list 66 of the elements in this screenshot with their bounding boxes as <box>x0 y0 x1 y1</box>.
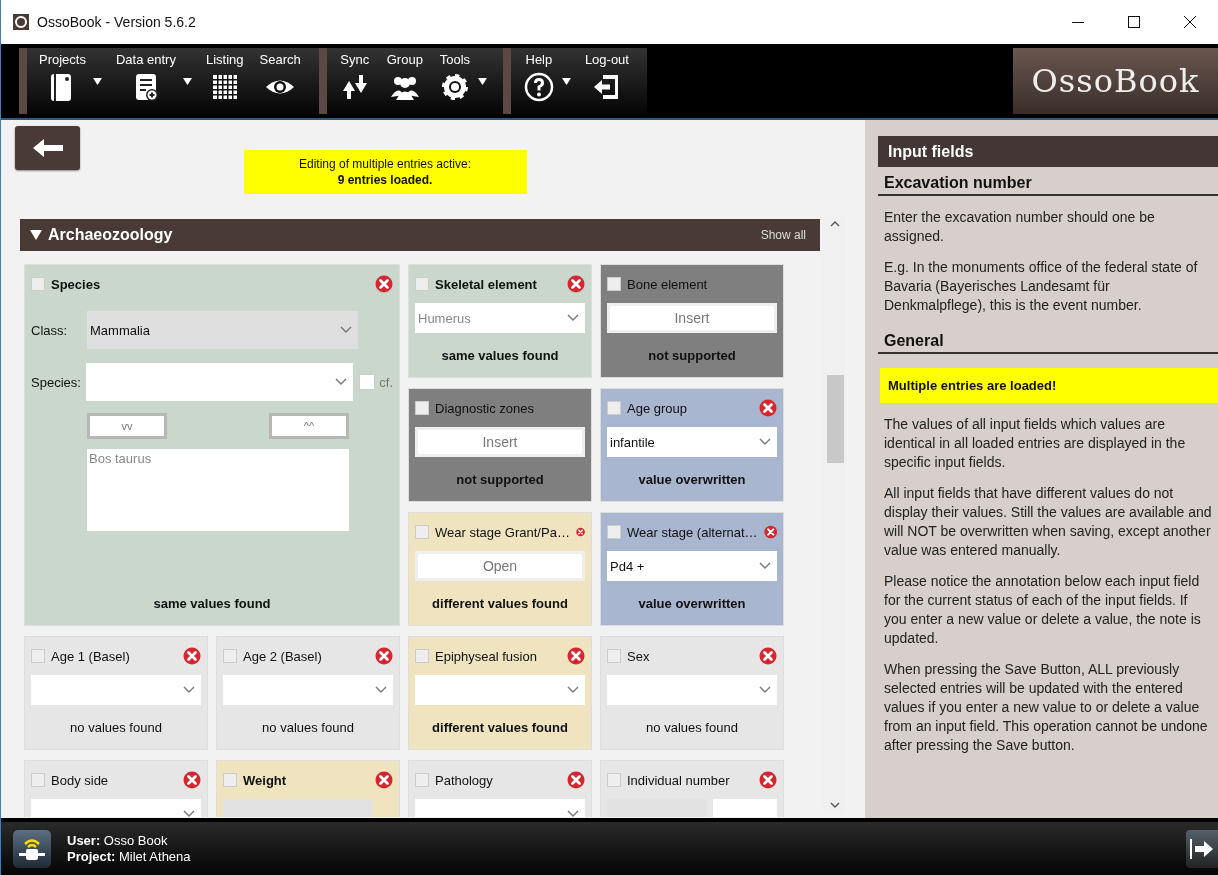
toolbar-button[interactable]: Group <box>378 48 431 114</box>
status-note: value overwritten <box>637 472 747 487</box>
status-note: not supported <box>647 348 737 363</box>
help-paragraph: All input fields that have different values do not display their values. Still the values are available and will NOT be overwritten when saving, except another value was entered manually. <box>883 484 1213 560</box>
help-heading: Excavation number <box>878 167 1218 196</box>
app-logo: OssoBook <box>1013 48 1218 114</box>
dropdown[interactable]: Pd4 + <box>607 551 777 581</box>
help-paragraph: The values of all input fields which values are identical in all loaded entries are displayed in the specific input fields. <box>883 415 1187 472</box>
section-header[interactable]: Archaeozoology Show all <box>20 219 820 251</box>
action-button[interactable]: Insert <box>607 303 777 333</box>
dropdown[interactable]: Humerus <box>415 303 585 333</box>
status-note: different values found <box>431 720 569 735</box>
field-title: Epiphyseal fusion <box>435 648 538 664</box>
field-title: Skeletal element <box>435 276 538 292</box>
dropdown[interactable]: infantile <box>607 427 777 457</box>
list-box[interactable]: Bos taurus <box>87 449 349 531</box>
field-title: Individual number <box>627 772 731 788</box>
status-note: no values found <box>261 720 355 735</box>
toolbar-button[interactable]: Data entry <box>107 48 198 114</box>
help-paragraph: When pressing the Save Button, ALL previously selected entries will be updated with the entered values if you enter a new value to or delete a value from an input field. This operation cannot be undone after pressing the Save button. <box>883 660 1209 755</box>
field-title: Age 2 (Basel) <box>243 648 323 664</box>
toolbar-button[interactable]: Tools <box>430 48 493 114</box>
toolbar-button[interactable]: Log-out <box>576 48 637 114</box>
field-title: Bone element <box>627 276 709 292</box>
help-paragraph: E.g. In the monuments office of the federal state of Bavaria (Bayerisches Landesamt für Denkmalpflege), this is the event number. <box>883 258 1199 315</box>
field-title: Pathology <box>435 772 494 788</box>
field-title: Body side <box>51 772 110 788</box>
help-heading: General <box>878 325 1218 354</box>
field-title: Species <box>51 276 102 292</box>
toolbar-button[interactable]: Sync <box>330 48 379 114</box>
notice: Editing of multiple entries active: 9 entries loaded. <box>243 150 527 194</box>
field-title: Sex <box>627 648 651 664</box>
field-title: Wear stage Grant/Pa… <box>435 524 570 540</box>
field-title: Age 1 (Basel) <box>51 648 131 664</box>
field-label: Species: <box>31 374 82 390</box>
move-down-button[interactable]: vv <box>87 413 167 439</box>
dropdown[interactable]: Mammalia <box>87 311 358 349</box>
toolbar-button[interactable]: Help <box>514 48 577 114</box>
field-title: Age group <box>627 400 688 416</box>
status-note: same values found <box>440 348 560 363</box>
checkbox-label: cf. <box>379 374 393 390</box>
toolbar-button[interactable]: Search <box>251 48 309 114</box>
show-all-link[interactable]: Show all <box>754 227 812 243</box>
field-title: Weight <box>243 772 288 788</box>
panel-title: Input fields <box>878 136 1218 167</box>
action-button[interactable]: Open <box>415 551 585 581</box>
status-note: value overwritten <box>637 596 747 611</box>
help-paragraph: Enter the excavation number should one be assigned. <box>883 208 1156 246</box>
status-note: same values found <box>152 596 272 611</box>
window-title: OssoBook - Version 5.6.2 <box>37 14 197 30</box>
toolbar-button[interactable]: Projects <box>31 48 108 114</box>
user-label: User: Osso Book <box>67 832 169 849</box>
alert-message: Multiple entries are loaded! <box>880 368 1218 403</box>
status-note: no values found <box>645 720 739 735</box>
field-title: Wear stage (alternat… <box>627 524 758 540</box>
section-title: Archaeozoology <box>48 226 173 244</box>
field-label: Class: <box>31 322 69 338</box>
project-label: Project: Milet Athena <box>67 848 191 865</box>
move-up-button[interactable]: ^^ <box>269 413 349 439</box>
toolbar-button[interactable]: Listing <box>197 48 252 114</box>
field-title: Diagnostic zones <box>435 400 535 416</box>
status-note: no values found <box>69 720 163 735</box>
help-paragraph: Please notice the annotation below each input field for the current status of each of the input fields. If you enter a new value or delete a value, the note is updated. <box>883 572 1202 648</box>
status-note: not supported <box>455 472 545 487</box>
status-note: different values found <box>431 596 569 611</box>
action-button[interactable]: Insert <box>415 427 585 457</box>
